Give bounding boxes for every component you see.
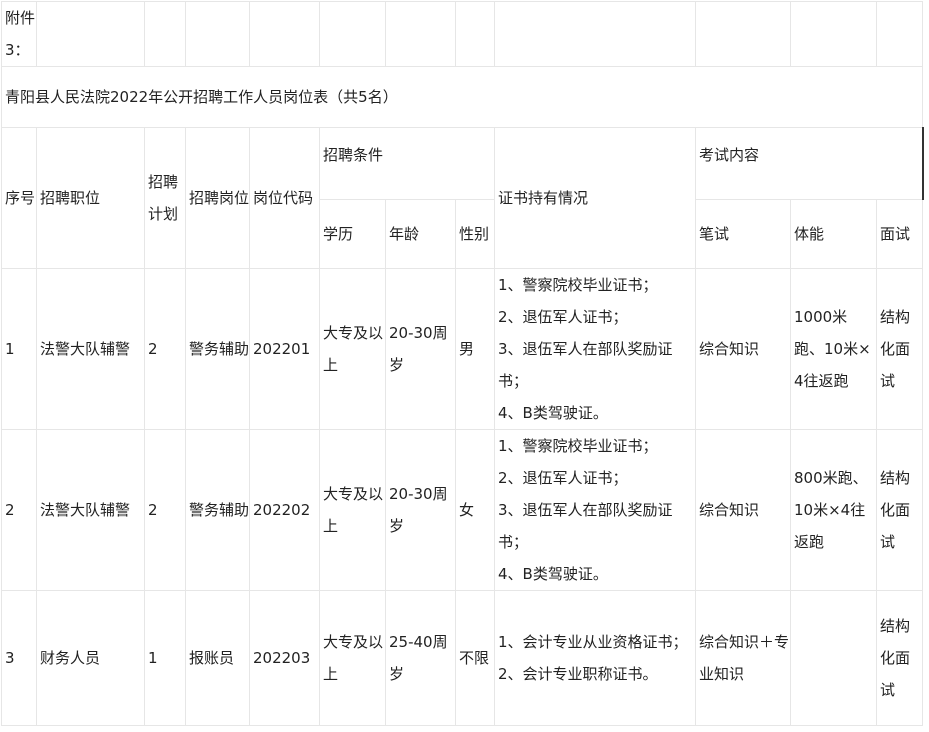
header-conditions: 招聘条件	[319, 127, 495, 200]
cell-gender: 男	[455, 268, 495, 430]
table-row: 1 法警大队辅警 2 警务辅助 202201 大专及以上 20-30周岁 男 1…	[1, 268, 923, 430]
cell-plan: 1	[144, 590, 186, 726]
header-certificates: 证书持有情况	[494, 127, 696, 269]
cell-certificates: 1、会计专业从业资格证书； 2、会计专业职称证书。	[494, 590, 696, 726]
cell-age: 20-30周岁	[385, 268, 456, 430]
table-row: 3 财务人员 1 报账员 202203 大专及以上 25-40周岁 不限 1、会…	[1, 590, 923, 726]
header-gender: 性别	[455, 199, 495, 269]
header-interview: 面试	[876, 199, 923, 269]
header-plan: 招聘计划	[144, 127, 186, 269]
cell-education: 大专及以上	[319, 590, 386, 726]
certificate-item: 2、退伍军人证书；	[498, 469, 628, 487]
cell-physical: 800米跑、10米×4往返跑	[790, 429, 877, 591]
certificate-item: 4、B类驾驶证。	[498, 565, 608, 583]
header-code: 岗位代码	[249, 127, 320, 269]
table-title: 青阳县人民法院2022年公开招聘工作人员岗位表（共5名）	[1, 66, 923, 128]
cell-seq: 1	[1, 268, 37, 430]
header-row-1: 序号 招聘职位 招聘计划 招聘岗位 岗位代码 招聘条件 证书持有情况 考试内容	[1, 127, 924, 269]
cell-interview: 结构化面试	[876, 590, 923, 726]
cell-certificates: 1、警察院校毕业证书； 2、退伍军人证书； 3、退伍军人在部队奖励证书； 4、B…	[494, 429, 696, 591]
cell-interview: 结构化面试	[876, 429, 923, 591]
cell-age: 25-40周岁	[385, 590, 456, 726]
certificate-item: 4、B类驾驶证。	[498, 404, 608, 422]
cell-physical	[790, 590, 877, 726]
cell-interview: 结构化面试	[876, 268, 923, 430]
cell-written: 综合知识＋专业知识	[695, 590, 791, 726]
page: 附件3： 青阳县人民法院2022年公开招聘工作人员岗位表（共5名） 序号 招聘职…	[0, 0, 929, 732]
certificate-item: 1、警察院校毕业证书；	[498, 437, 658, 455]
header-written: 笔试	[695, 199, 791, 269]
cell-position: 财务人员	[36, 590, 145, 726]
recruitment-table: 附件3： 青阳县人民法院2022年公开招聘工作人员岗位表（共5名） 序号 招聘职…	[1, 1, 924, 726]
header-physical: 体能	[790, 199, 877, 269]
certificate-item: 1、会计专业从业资格证书；	[498, 633, 688, 651]
certificate-item: 1、警察院校毕业证书；	[498, 276, 658, 294]
table-row: 2 法警大队辅警 2 警务辅助 202202 大专及以上 20-30周岁 女 1…	[1, 429, 923, 591]
certificate-item: 3、退伍军人在部队奖励证书；	[498, 501, 673, 551]
cell-code: 202201	[249, 268, 320, 430]
cell-plan: 2	[144, 429, 186, 591]
cell-gender: 女	[455, 429, 495, 591]
cell-post: 警务辅助	[185, 268, 250, 430]
header-exam: 考试内容	[695, 127, 924, 200]
certificate-item: 2、会计专业职称证书。	[498, 665, 658, 683]
cell-education: 大专及以上	[319, 268, 386, 430]
header-seq: 序号	[1, 127, 37, 269]
header-age: 年龄	[385, 199, 456, 269]
cell-written: 综合知识	[695, 268, 791, 430]
cell-certificates: 1、警察院校毕业证书； 2、退伍军人证书； 3、退伍军人在部队奖励证书； 4、B…	[494, 268, 696, 430]
cell-education: 大专及以上	[319, 429, 386, 591]
cell-seq: 3	[1, 590, 37, 726]
cell-post: 报账员	[185, 590, 250, 726]
attachment-row: 附件3：	[1, 1, 923, 67]
header-position: 招聘职位	[36, 127, 145, 269]
cell-post: 警务辅助	[185, 429, 250, 591]
title-row: 青阳县人民法院2022年公开招聘工作人员岗位表（共5名）	[1, 66, 923, 128]
cell-code: 202203	[249, 590, 320, 726]
header-post: 招聘岗位	[185, 127, 250, 269]
cell-physical: 1000米跑、10米×4往返跑	[790, 268, 877, 430]
cell-gender: 不限	[455, 590, 495, 726]
cell-seq: 2	[1, 429, 37, 591]
cell-plan: 2	[144, 268, 186, 430]
certificate-item: 2、退伍军人证书；	[498, 308, 628, 326]
cell-position: 法警大队辅警	[36, 268, 145, 430]
cell-written: 综合知识	[695, 429, 791, 591]
cell-code: 202202	[249, 429, 320, 591]
cell-position: 法警大队辅警	[36, 429, 145, 591]
header-education: 学历	[319, 199, 386, 269]
cell-age: 20-30周岁	[385, 429, 456, 591]
attachment-label: 附件3：	[1, 1, 37, 67]
certificate-item: 3、退伍军人在部队奖励证书；	[498, 340, 673, 390]
